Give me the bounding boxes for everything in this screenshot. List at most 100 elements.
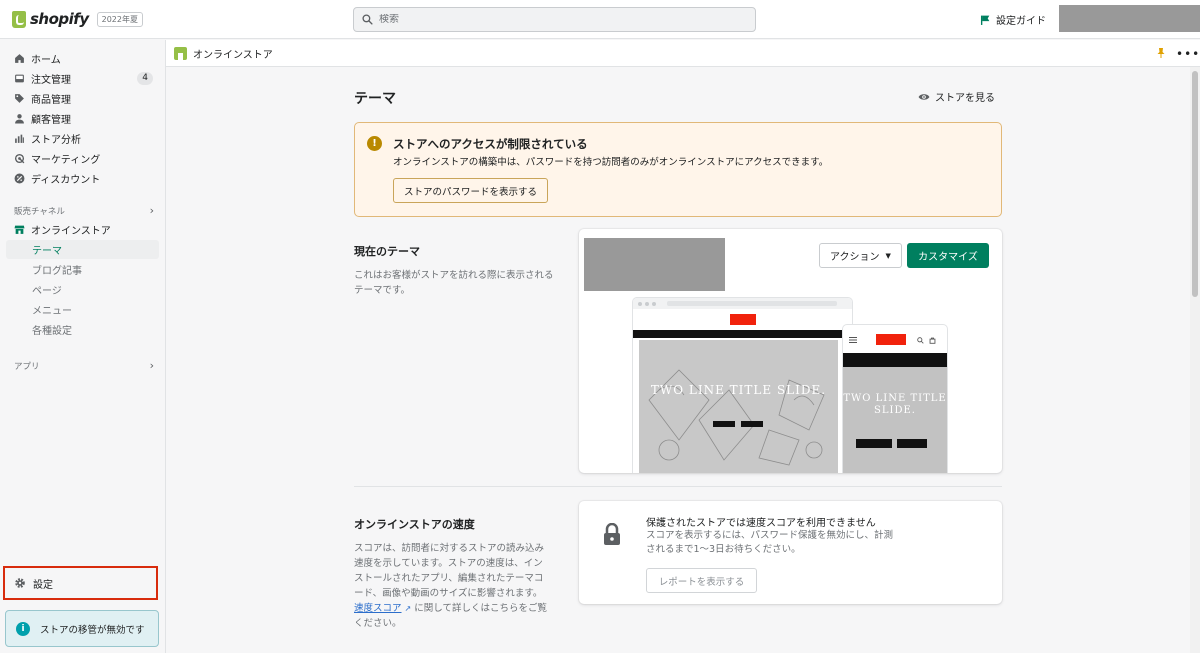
search-icon: [362, 14, 373, 25]
sidebar-item-home[interactable]: ホーム: [6, 49, 159, 68]
chevron-right-icon: ›: [149, 359, 154, 372]
browser-dot: [638, 301, 642, 306]
store-transfer-notice[interactable]: i ストアの移管が無効です: [5, 610, 159, 647]
preview-hero-button: [741, 421, 763, 427]
sidebar-item-orders[interactable]: 注文管理 4: [6, 69, 159, 88]
current-theme-description: これはお客様がストアを訪れる際に表示されるテーマです。: [354, 270, 554, 296]
top-bar: shopify 2022年夏 設定ガイド: [0, 0, 1200, 39]
sidebar-subitem-blog-posts[interactable]: ブログ記事: [6, 260, 159, 279]
view-store-button[interactable]: ストアを見る: [918, 89, 995, 104]
orders-icon: [15, 74, 24, 83]
sales-channels-header[interactable]: 販売チャネル ›: [14, 204, 154, 217]
sales-channels-label: 販売チャネル: [14, 206, 65, 217]
speed-heading: オンラインストアの速度: [354, 518, 475, 531]
shopify-bag-icon: [12, 10, 26, 28]
preview-mobile-hero-button: [856, 439, 892, 448]
caret-down-icon: ▼: [885, 251, 891, 260]
sidebar-item-label: マーケティング: [31, 155, 101, 166]
subheader-title: オンラインストア: [193, 49, 273, 61]
apps-header[interactable]: アプリ ›: [14, 359, 154, 372]
theme-name-redacted: [584, 238, 725, 291]
pin-icon[interactable]: [1156, 47, 1166, 59]
sidebar-subitem-themes[interactable]: テーマ: [6, 240, 159, 259]
sidebar-item-label: 注文管理: [31, 75, 71, 86]
url-bar: [667, 301, 837, 306]
sidebar: ホーム 注文管理 4 商品管理 顧客管理 ストア分析 マーケティング ディスカウ…: [0, 40, 166, 653]
info-icon: i: [16, 621, 30, 636]
warning-description: オンラインストアの構築中は、パスワードを持つ訪問者のみがオンラインストアにアクセ…: [393, 157, 829, 168]
view-report-button[interactable]: レポートを表示する: [646, 568, 757, 593]
sidebar-subitem-label: 各種設定: [32, 326, 72, 337]
sidebar-item-discounts[interactable]: ディスカウント: [6, 169, 159, 188]
orders-count-badge: 4: [137, 72, 153, 85]
theme-preview-desktop[interactable]: TWO LINE TITLE SLIDE.: [633, 298, 852, 473]
sidebar-subitem-label: ページ: [32, 286, 62, 297]
marketing-icon: [14, 153, 25, 164]
sidebar-item-products[interactable]: 商品管理: [6, 89, 159, 108]
preview-mobile-hero-button: [897, 439, 927, 448]
speed-description-text: スコアは、訪問者に対するストアの読み込み速度を示しています。ストアの速度は、イン…: [354, 543, 545, 599]
search-box[interactable]: [353, 7, 756, 32]
search-input[interactable]: [379, 14, 719, 25]
preview-promo-strip: [633, 330, 852, 338]
speed-score-link[interactable]: 速度スコア: [354, 603, 402, 614]
preview-hero: TWO LINE TITLE SLIDE.: [639, 340, 838, 473]
warning-icon: !: [367, 136, 382, 151]
sidebar-item-label: ストア分析: [31, 135, 81, 146]
sidebar-item-customers[interactable]: 顧客管理: [6, 109, 159, 128]
speed-score-card: 保護されたストアでは速度スコアを利用できません スコアを表示するには、パスワード…: [579, 501, 1002, 604]
browser-chrome: [633, 298, 852, 309]
section-divider: [354, 486, 1002, 487]
setup-guide-link[interactable]: 設定ガイド: [980, 12, 1046, 27]
browser-dot: [645, 301, 649, 306]
scrollbar-thumb[interactable]: [1192, 71, 1198, 297]
transfer-notice-text: ストアの移管が無効です: [40, 624, 145, 636]
sidebar-subitem-label: テーマ: [32, 246, 62, 257]
sidebar-item-settings[interactable]: 設定: [3, 566, 158, 600]
browser-dot: [652, 301, 656, 306]
discount-icon: [14, 173, 25, 184]
sidebar-item-online-store[interactable]: オンラインストア: [6, 220, 159, 239]
hero-illustration: [648, 369, 825, 466]
theme-preview-mobile[interactable]: TWO LINE TITLE SLIDE.: [843, 325, 947, 473]
account-menu-redacted[interactable]: [1059, 5, 1200, 32]
preview-mobile-hero-title: TWO LINE TITLE SLIDE.: [843, 393, 947, 416]
scrollbar[interactable]: [1190, 67, 1200, 653]
search-icon: [917, 337, 924, 344]
sidebar-subitem-navigation[interactable]: メニュー: [6, 300, 159, 319]
sidebar-item-label: ディスカウント: [31, 175, 101, 186]
sidebar-subitem-label: ブログ記事: [32, 266, 82, 277]
current-theme-card: アクション ▼ カスタマイズ TWO LINE TITLE SLIDE. TWO…: [579, 229, 1002, 473]
sidebar-item-marketing[interactable]: マーケティング: [6, 149, 159, 168]
page-title: テーマ: [354, 91, 396, 107]
shopify-logo[interactable]: shopify 2022年夏: [12, 10, 143, 28]
actions-label: アクション: [830, 252, 880, 263]
edition-badge: 2022年夏: [96, 11, 143, 27]
preview-mobile-hero: TWO LINE TITLE SLIDE.: [843, 367, 947, 473]
speed-card-title: 保護されたストアでは速度スコアを利用できません: [646, 518, 876, 529]
flag-icon: [980, 15, 990, 25]
more-actions-icon[interactable]: •••: [1176, 47, 1200, 61]
customer-icon: [15, 114, 24, 124]
external-link-icon: ↗: [404, 604, 412, 613]
customize-button[interactable]: カスタマイズ: [907, 243, 989, 268]
preview-store-nav: [633, 309, 852, 330]
home-icon: [15, 54, 24, 63]
app-subheader: オンラインストア •••: [166, 40, 1200, 67]
sidebar-subitem-pages[interactable]: ページ: [6, 280, 159, 299]
sidebar-subitem-label: メニュー: [32, 306, 72, 317]
gear-icon: [15, 578, 25, 588]
preview-hero-title: TWO LINE TITLE SLIDE.: [650, 383, 827, 397]
sidebar-item-label: 顧客管理: [31, 115, 71, 126]
sidebar-item-analytics[interactable]: ストア分析: [6, 129, 159, 148]
settings-label: 設定: [33, 579, 53, 591]
sidebar-subitem-preferences[interactable]: 各種設定: [6, 320, 159, 339]
preview-hero-button: [713, 421, 735, 427]
access-restricted-banner: ! ストアへのアクセスが制限されている オンラインストアの構築中は、パスワードを…: [354, 122, 1002, 217]
warning-title: ストアへのアクセスが制限されている: [393, 137, 588, 151]
theme-actions-dropdown[interactable]: アクション ▼: [819, 243, 902, 268]
tag-icon: [15, 94, 24, 103]
speed-card-description: スコアを表示するには、パスワード保護を無効にし、計測されるまで1〜3日お待ちくだ…: [646, 530, 894, 555]
store-icon: [14, 225, 25, 234]
show-password-button[interactable]: ストアのパスワードを表示する: [393, 178, 549, 203]
